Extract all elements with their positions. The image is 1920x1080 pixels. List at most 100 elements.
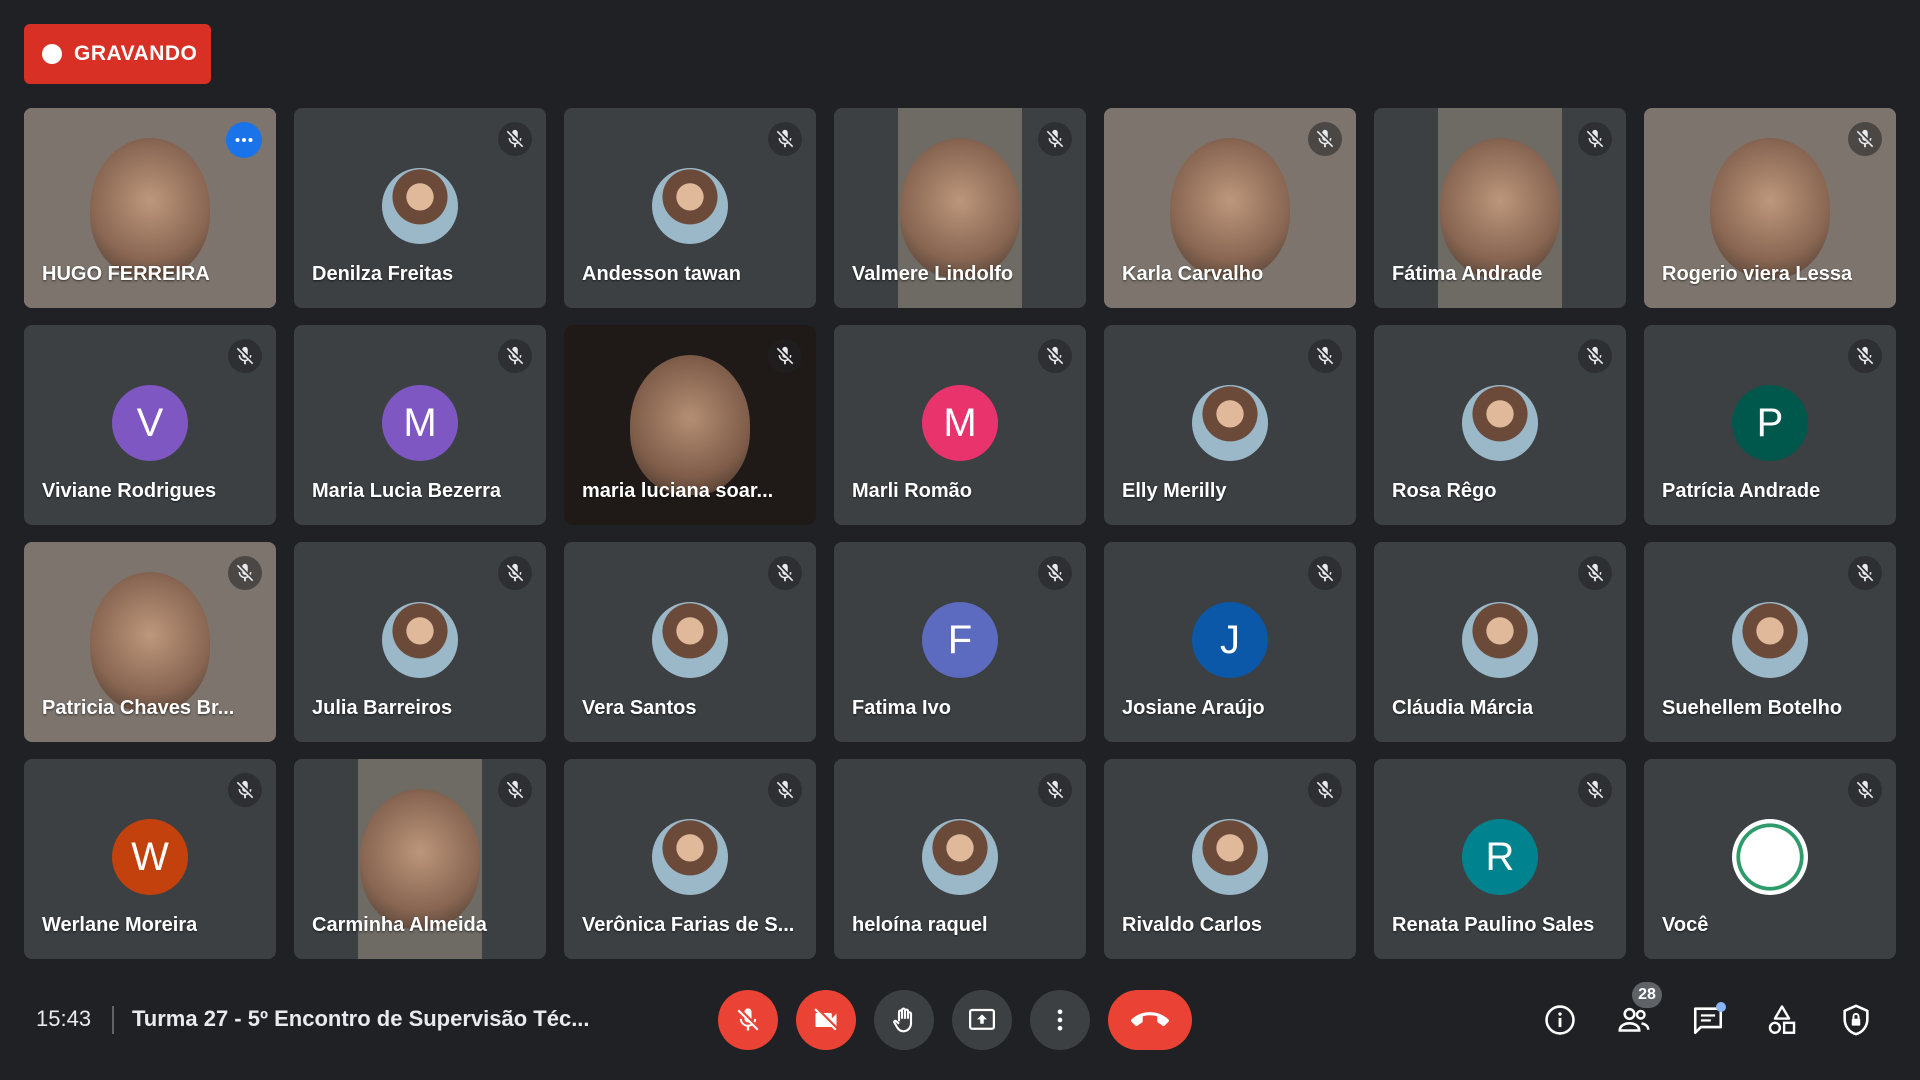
mic-off-icon (1848, 773, 1882, 807)
mic-off-icon (768, 773, 802, 807)
avatar: W (112, 819, 188, 895)
participant-tile[interactable]: M Marli Romão (834, 325, 1086, 525)
participant-tile[interactable]: R Renata Paulino Sales (1374, 759, 1626, 959)
participant-name: heloína raquel (852, 914, 988, 936)
avatar (922, 819, 998, 895)
recording-label: GRAVANDO (74, 42, 198, 65)
recording-badge: GRAVANDO (24, 24, 211, 84)
avatar (1462, 602, 1538, 678)
participant-tile[interactable]: Karla Carvalho (1104, 108, 1356, 308)
participant-face (1170, 138, 1290, 278)
mic-off-icon (1038, 773, 1072, 807)
participant-tile[interactable]: Verônica Farias de S... (564, 759, 816, 959)
avatar: M (922, 385, 998, 461)
participant-tile[interactable]: Carminha Almeida (294, 759, 546, 959)
present-icon (969, 1008, 995, 1030)
participant-tile[interactable]: Rivaldo Carlos (1104, 759, 1356, 959)
record-dot-icon (42, 44, 62, 64)
participant-name: Denilza Freitas (312, 263, 454, 285)
mic-off-icon (1038, 556, 1072, 590)
avatar (652, 168, 728, 244)
participant-name: Você (1662, 914, 1709, 936)
mic-off-icon (1578, 122, 1612, 156)
camera-off-icon (814, 1008, 837, 1031)
participant-tile[interactable]: Você (1644, 759, 1896, 959)
participant-tile[interactable]: Valmere Lindolfo (834, 108, 1086, 308)
avatar: M (382, 385, 458, 461)
chat-notification-dot (1716, 1002, 1726, 1012)
meeting-time: 15:43 (36, 1006, 92, 1031)
participant-name: Carminha Almeida (312, 914, 487, 936)
participant-tile[interactable]: V Viviane Rodrigues (24, 325, 276, 525)
activities-button[interactable] (1758, 996, 1806, 1044)
mic-off-button[interactable] (718, 990, 778, 1050)
avatar (652, 819, 728, 895)
mic-off-icon (498, 773, 532, 807)
participant-tile[interactable]: Julia Barreiros (294, 542, 546, 742)
participant-tile[interactable]: W Werlane Moreira (24, 759, 276, 959)
participant-tile[interactable]: P Patrícia Andrade (1644, 325, 1896, 525)
participant-tile[interactable]: Vera Santos (564, 542, 816, 742)
mic-off-icon (1308, 339, 1342, 373)
chat-button[interactable] (1684, 996, 1732, 1044)
mic-off-icon (1038, 339, 1072, 373)
participant-tile[interactable]: Patricia Chaves Br... (24, 542, 276, 742)
avatar: P (1732, 385, 1808, 461)
mic-off-icon (1578, 556, 1612, 590)
mic-off-icon (1848, 122, 1882, 156)
participant-tile[interactable]: J Josiane Araújo (1104, 542, 1356, 742)
meeting-title[interactable]: Turma 27 - 5º Encontro de Supervisão Téc… (132, 1006, 590, 1032)
avatar (1732, 602, 1808, 678)
camera-off-button[interactable] (796, 990, 856, 1050)
avatar: V (112, 385, 188, 461)
more-options-button[interactable] (1030, 990, 1090, 1050)
participant-tile[interactable]: Cláudia Márcia (1374, 542, 1626, 742)
mic-off-icon (1038, 122, 1072, 156)
participant-tile[interactable]: Rogerio viera Lessa (1644, 108, 1896, 308)
mic-off-icon (768, 556, 802, 590)
participant-name: Werlane Moreira (42, 914, 198, 936)
participant-name: HUGO FERREIRA (42, 263, 210, 285)
raise-hand-button[interactable] (874, 990, 934, 1050)
avatar (1192, 385, 1268, 461)
meeting-details-button[interactable] (1536, 996, 1584, 1044)
mic-off-icon (1848, 339, 1882, 373)
participant-tile[interactable]: Fátima Andrade (1374, 108, 1626, 308)
avatar (1192, 819, 1268, 895)
participant-tile[interactable]: Suehellem Botelho (1644, 542, 1896, 742)
participant-name: Fátima Andrade (1392, 263, 1543, 285)
participant-tile[interactable]: HUGO FERREIRA (24, 108, 276, 308)
call-controls (718, 990, 1192, 1050)
participant-tile[interactable]: Andesson tawan (564, 108, 816, 308)
mic-off-icon (1308, 556, 1342, 590)
participant-name: Viviane Rodrigues (42, 480, 217, 502)
participant-tile[interactable]: Denilza Freitas (294, 108, 546, 308)
leave-call-button[interactable] (1108, 990, 1192, 1050)
participant-tile[interactable]: F Fatima Ivo (834, 542, 1086, 742)
participant-name: Renata Paulino Sales (1392, 914, 1595, 936)
participant-tile[interactable]: maria luciana soar... (564, 325, 816, 525)
participant-name: Patricia Chaves Br... (42, 697, 235, 719)
participant-face (90, 138, 210, 278)
avatar (652, 602, 728, 678)
participant-tile[interactable]: heloína raquel (834, 759, 1086, 959)
mic-off-icon (228, 339, 262, 373)
participant-name: Verônica Farias de S... (582, 914, 795, 936)
more-vert-icon (1057, 1009, 1063, 1031)
participant-tile[interactable]: Elly Merilly (1104, 325, 1356, 525)
participant-face (900, 138, 1020, 278)
bottom-bar: 15:43 Turma 27 - 5º Encontro de Supervis… (0, 970, 1920, 1080)
present-button[interactable] (952, 990, 1012, 1050)
participant-tile[interactable]: M Maria Lucia Bezerra (294, 325, 546, 525)
participant-grid: HUGO FERREIRA Denilza Freitas Andesson taw… (24, 108, 1896, 960)
participant-tile[interactable]: Rosa Rêgo (1374, 325, 1626, 525)
avatar: R (1462, 819, 1538, 895)
host-controls-button[interactable] (1832, 996, 1880, 1044)
people-button[interactable]: 28 (1610, 982, 1662, 1044)
more-options-icon[interactable] (226, 122, 262, 158)
participant-face (630, 355, 750, 495)
mic-off-icon (498, 339, 532, 373)
mic-off-icon (498, 556, 532, 590)
avatar (1732, 819, 1808, 895)
mic-off-icon (228, 556, 262, 590)
